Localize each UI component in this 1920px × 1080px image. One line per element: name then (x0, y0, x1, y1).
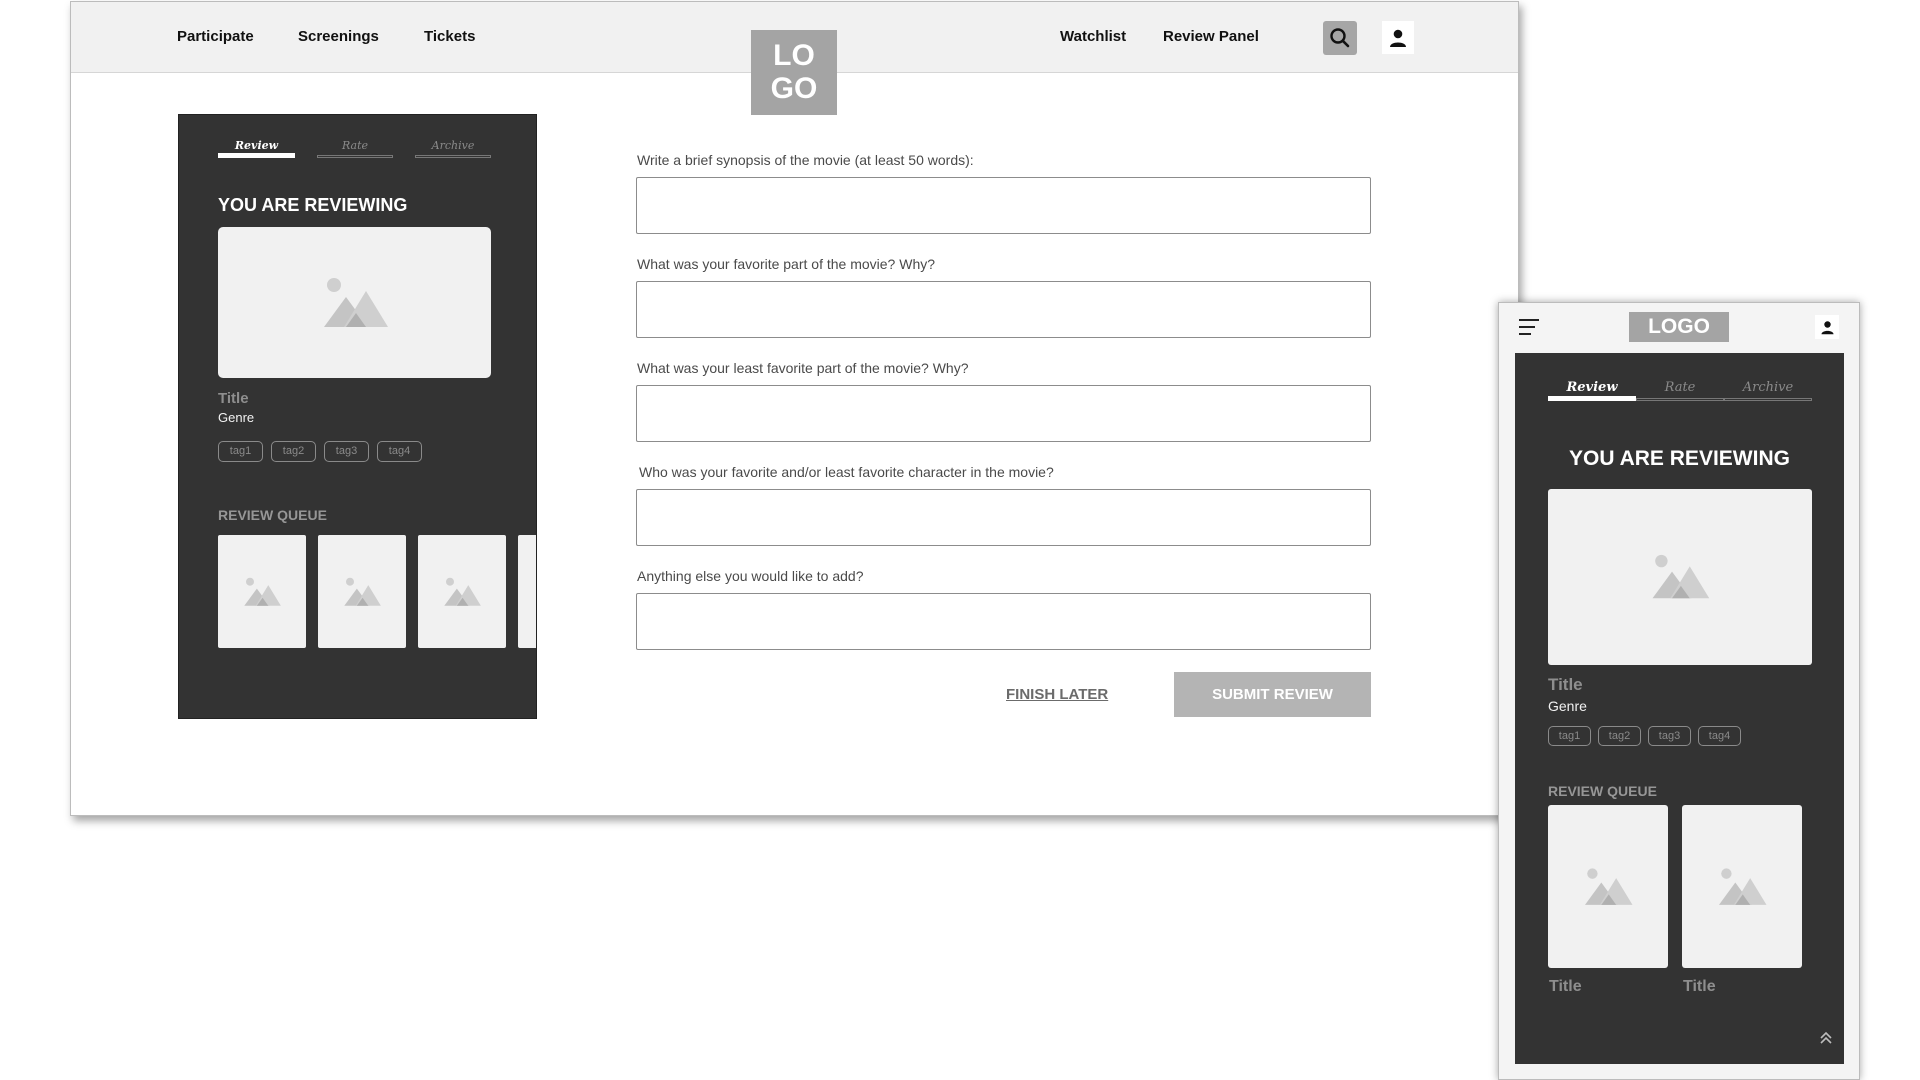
tag-chip[interactable]: tag3 (1648, 726, 1691, 746)
tag-chip[interactable]: tag2 (271, 441, 316, 462)
image-placeholder-icon (1584, 867, 1633, 905)
queue-item-title: Title (1549, 978, 1582, 995)
account-button[interactable] (1382, 21, 1414, 54)
panel-heading: YOU ARE REVIEWING (1569, 447, 1790, 470)
queue-item[interactable] (318, 535, 406, 648)
tag-chip[interactable]: tag2 (1598, 726, 1641, 746)
nav-tickets[interactable]: Tickets (424, 28, 475, 45)
review-queue-heading: REVIEW QUEUE (218, 507, 327, 523)
mobile-header: LOGO (1499, 303, 1859, 353)
synopsis-field[interactable] (636, 177, 1371, 234)
hamburger-menu-line (1519, 326, 1535, 328)
question-label-favorite-part: What was your favorite part of the movie… (637, 256, 936, 272)
panel-tabs: Review Rate Archive (218, 134, 491, 158)
finish-later-link[interactable]: FINISH LATER (1006, 686, 1108, 703)
image-placeholder-icon (344, 577, 381, 606)
movie-genre: Genre (1548, 698, 1587, 714)
image-placeholder-icon (444, 577, 481, 606)
tab-rate[interactable]: Rate (317, 134, 393, 158)
tab-rate-label: Rate (341, 139, 369, 152)
user-icon (1821, 320, 1833, 334)
image-placeholder-icon (323, 277, 388, 327)
tab-review[interactable]: Review (218, 134, 295, 158)
queue-item[interactable] (1548, 805, 1668, 968)
tab-indicator (1548, 396, 1636, 401)
tab-rate[interactable]: Rate (1636, 376, 1724, 401)
question-label-anything-else: Anything else you would like to add? (637, 568, 864, 584)
nav-watchlist[interactable]: Watchlist (1060, 28, 1126, 45)
tab-archive[interactable]: Archive (1724, 376, 1812, 401)
reviewing-panel: Review Rate Archive YOU ARE REVIEWING Ti… (1515, 353, 1844, 1064)
submit-review-button[interactable]: SUBMIT REVIEW (1174, 672, 1371, 717)
logo-text-line-2: GO (770, 72, 818, 105)
movie-genre: Genre (218, 410, 255, 425)
anything-else-field[interactable] (636, 593, 1371, 650)
queue-item[interactable] (218, 535, 306, 648)
movie-poster-image (1548, 489, 1812, 665)
tag-chip[interactable]: tag1 (218, 441, 263, 462)
tag-chip[interactable]: tag1 (1548, 726, 1591, 746)
image-placeholder-icon (1652, 554, 1710, 599)
panel-heading: YOU ARE REVIEWING (218, 195, 408, 215)
question-label-character: Who was your favorite and/or least favor… (639, 464, 1054, 480)
tag-chip[interactable]: tag4 (1698, 726, 1741, 746)
tag-list: tag1 tag2 tag3 tag4 (218, 441, 422, 462)
tag-list: tag1 tag2 tag3 tag4 (1548, 726, 1741, 746)
tab-indicator (1724, 398, 1812, 401)
least-favorite-part-field[interactable] (636, 385, 1371, 442)
hamburger-menu-line (1519, 333, 1531, 335)
site-logo[interactable]: LOGO (1629, 312, 1729, 342)
chevrons-up-icon (1820, 1031, 1832, 1044)
tab-review-label: Review (1566, 380, 1618, 395)
tab-rate-label: Rate (1664, 380, 1696, 395)
hamburger-menu-button[interactable] (1519, 319, 1539, 340)
image-placeholder-icon (244, 577, 281, 606)
tag-chip[interactable]: tag3 (324, 441, 369, 462)
queue-item[interactable] (518, 535, 536, 648)
desktop-frame: Participate Screenings Tickets Watchlist… (70, 1, 1519, 816)
nav-review-panel[interactable]: Review Panel (1163, 28, 1259, 45)
tab-review-label: Review (234, 139, 279, 152)
account-button[interactable] (1815, 315, 1839, 339)
tab-indicator (218, 153, 295, 158)
tab-archive-label: Archive (431, 139, 475, 152)
question-label-synopsis: Write a brief synopsis of the movie (at … (637, 152, 974, 168)
movie-poster-image (218, 227, 491, 378)
queue-item[interactable] (1682, 805, 1802, 968)
tab-review[interactable]: Review (1548, 376, 1636, 401)
scroll-to-top-button[interactable] (1819, 1030, 1833, 1051)
site-logo[interactable]: LO GO (751, 30, 837, 115)
image-placeholder-icon (1718, 867, 1767, 905)
character-field[interactable] (636, 489, 1371, 546)
nav-participate[interactable]: Participate (177, 28, 254, 45)
user-icon (1390, 29, 1406, 47)
movie-title: Title (218, 390, 249, 407)
question-label-least-favorite-part: What was your least favorite part of the… (637, 360, 969, 376)
logo-text-line-1: LO (773, 39, 815, 72)
hamburger-menu-icon (1519, 319, 1539, 321)
tab-archive[interactable]: Archive (415, 134, 491, 158)
tab-archive-label: Archive (1742, 380, 1794, 395)
nav-screenings[interactable]: Screenings (298, 28, 379, 45)
tab-indicator (415, 155, 491, 158)
mobile-frame: LOGO Review Rate Archive YOU ARE REVIEWI… (1498, 302, 1860, 1080)
review-queue-heading: REVIEW QUEUE (1548, 783, 1657, 799)
tag-chip[interactable]: tag4 (377, 441, 422, 462)
reviewing-panel: Review Rate Archive YOU ARE REVIEWING Ti… (178, 114, 537, 719)
movie-title: Title (1548, 675, 1583, 694)
panel-tabs: Review Rate Archive (1548, 376, 1812, 401)
tab-indicator (317, 155, 393, 158)
search-icon (1330, 28, 1350, 48)
queue-item-title: Title (1683, 978, 1716, 995)
favorite-part-field[interactable] (636, 281, 1371, 338)
tab-indicator (1636, 398, 1724, 401)
search-button[interactable] (1323, 21, 1357, 55)
queue-item[interactable] (418, 535, 506, 648)
